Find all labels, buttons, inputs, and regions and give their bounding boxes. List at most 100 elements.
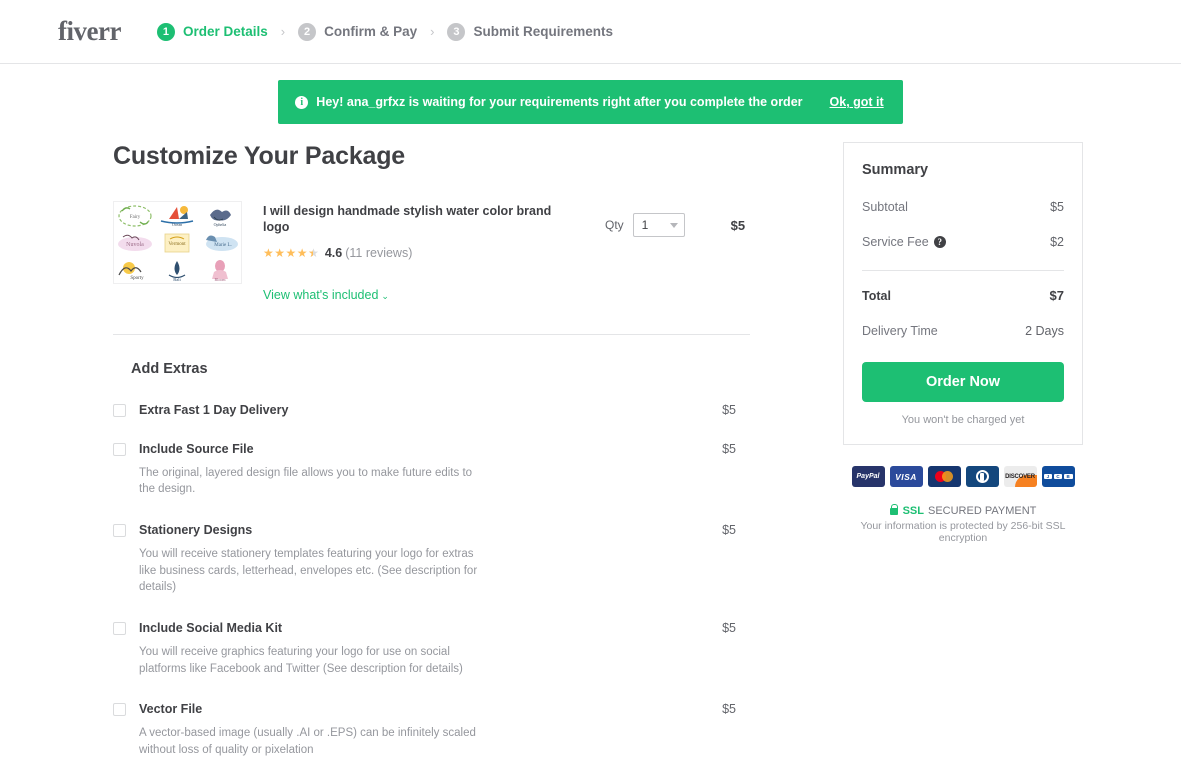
extra-label: Vector File — [139, 702, 203, 717]
extra-checkbox[interactable] — [113, 523, 126, 537]
checkout-steps: 1 Order Details › 2 Confirm & Pay › 3 Su… — [156, 22, 613, 41]
info-icon: i — [295, 95, 309, 109]
extra-checkbox[interactable] — [113, 621, 126, 635]
step-3-label: Submit Requirements — [473, 24, 613, 39]
thumb-cell: Sporty — [114, 256, 156, 283]
step-1-number: 1 — [156, 22, 175, 41]
star-icon: ★ — [296, 245, 309, 260]
extra-price: $5 — [722, 441, 736, 456]
page-title: Customize Your Package — [113, 142, 405, 170]
step-separator-icon: › — [280, 24, 286, 39]
total-value: $7 — [1049, 288, 1064, 303]
svg-text:Bali: Bali — [174, 277, 182, 282]
fiverr-logo[interactable]: fiverr — [58, 18, 121, 45]
star-icon: ★ — [263, 245, 275, 260]
extra-label: Stationery Designs — [139, 522, 253, 537]
gig-info: I will design handmade stylish water col… — [263, 201, 563, 302]
rating-score: 4.6 — [324, 245, 343, 260]
seller-notification-banner: i Hey! ana_grfxz is waiting for your req… — [278, 80, 903, 124]
extra-item[interactable]: Stationery Designs $5 You will receive s… — [113, 523, 753, 596]
extra-price: $5 — [722, 522, 736, 537]
extra-description: You will receive stationery templates fe… — [139, 547, 478, 594]
service-fee-text: Service Fee — [862, 235, 929, 249]
banner-message: Hey! ana_grfxz is waiting for your requi… — [316, 95, 803, 109]
step-submit-requirements[interactable]: 3 Submit Requirements — [447, 22, 613, 41]
step-separator-icon: › — [430, 24, 435, 39]
extra-price: $5 — [722, 402, 736, 417]
view-whats-included-link[interactable]: View what's included ⌄ — [263, 288, 563, 302]
extra-checkbox[interactable] — [113, 442, 126, 456]
summary-row-delivery: Delivery Time 2 Days — [862, 324, 1064, 338]
lock-icon — [889, 503, 899, 515]
extra-item[interactable]: Include Social Media Kit $5 You will rec… — [113, 621, 753, 677]
charge-note: You won't be charged yet — [901, 414, 1025, 426]
rating-count: (11 reviews) — [345, 245, 413, 260]
total-label: Total — [862, 288, 891, 303]
quantity-label: Qty — [605, 218, 624, 232]
summary-title: Summary — [862, 162, 929, 178]
step-confirm-pay[interactable]: 2 Confirm & Pay — [298, 22, 418, 41]
thumb-cell: Ophelia — [199, 202, 241, 229]
diners-club-icon — [965, 466, 999, 487]
svg-text:Ocean: Ocean — [172, 222, 182, 227]
thumb-cell: Vermont — [156, 229, 198, 256]
summary-divider — [862, 270, 1064, 271]
extra-item[interactable]: Extra Fast 1 Day Delivery $5 — [113, 403, 753, 417]
extra-item[interactable]: Vector File $5 A vector-based image (usu… — [113, 702, 753, 758]
svg-text:Ophelia: Ophelia — [213, 222, 226, 227]
step-2-label: Confirm & Pay — [324, 24, 418, 39]
step-2-number: 2 — [298, 22, 317, 41]
extra-description: You will receive graphics featuring your… — [139, 645, 463, 675]
order-now-button[interactable]: Order Now — [862, 362, 1064, 402]
extra-description: The original, layered design file allows… — [139, 466, 473, 496]
extra-item[interactable]: Include Source File $5 The original, lay… — [113, 442, 753, 498]
star-half-icon: ★ — [308, 246, 319, 260]
summary-column: Summary Subtotal $5 Service Fee ? $2 Tot… — [843, 142, 1083, 784]
banner-dismiss-link[interactable]: Ok, got it — [830, 95, 884, 109]
extra-price: $5 — [722, 620, 736, 635]
subtotal-value: $5 — [1050, 200, 1064, 214]
discover-icon: DISCOVER — [1003, 466, 1037, 487]
section-divider — [113, 333, 750, 335]
extra-price: $5 — [722, 702, 736, 717]
order-summary-card: Summary Subtotal $5 Service Fee ? $2 Tot… — [843, 142, 1083, 445]
gig-title[interactable]: I will design handmade stylish water col… — [263, 203, 563, 236]
svg-text:Marie L.: Marie L. — [214, 243, 232, 248]
star-icon: ★ — [274, 245, 286, 260]
extra-checkbox[interactable] — [113, 703, 126, 717]
svg-text:Bloom: Bloom — [214, 277, 226, 282]
site-header: fiverr 1 Order Details › 2 Confirm & Pay… — [0, 0, 1181, 64]
extra-checkbox[interactable] — [113, 403, 126, 417]
help-icon[interactable]: ? — [933, 236, 946, 248]
included-link-label: View what's included — [263, 287, 379, 302]
gig-rating: ★ ★ ★ ★ ★ 4.6 (11 reviews) — [263, 246, 563, 260]
thumb-cell: Ocean — [156, 202, 198, 229]
step-order-details[interactable]: 1 Order Details — [156, 22, 268, 41]
payment-methods: PayPal VISA DISCOVER JCB — [843, 466, 1083, 487]
gig-thumbnail[interactable]: Fairy Ocean Ophelia Nuvola Vermont Marie… — [113, 201, 242, 284]
gig-summary-row: Fairy Ocean Ophelia Nuvola Vermont Marie… — [113, 201, 753, 302]
svg-text:Vermont: Vermont — [169, 242, 187, 247]
svg-text:Fairy: Fairy — [130, 215, 141, 220]
thumb-cell: Nuvola — [114, 229, 156, 256]
thumb-cell: Bali — [156, 256, 198, 283]
thumb-cell: Bloom — [199, 256, 241, 283]
extra-description: A vector-based image (usually .AI or .EP… — [139, 727, 476, 756]
secured-payment-label: SECURED PAYMENT — [928, 505, 1037, 517]
step-1-label: Order Details — [182, 24, 268, 39]
visa-icon: VISA — [889, 466, 923, 487]
gig-price: $5 — [730, 218, 746, 233]
chevron-down-icon: ⌄ — [381, 290, 389, 301]
summary-row-total: Total $7 — [862, 288, 1064, 303]
quantity-select[interactable]: 1 — [632, 213, 685, 237]
ssl-label: SSL — [902, 505, 924, 517]
quantity-value: 1 — [641, 218, 649, 232]
ssl-note: Your information is protected by 256-bit… — [860, 520, 1066, 544]
delivery-time-value: 2 Days — [1025, 324, 1064, 338]
svg-text:Nuvola: Nuvola — [126, 242, 144, 248]
subtotal-label: Subtotal — [862, 200, 908, 214]
svg-text:Sporty: Sporty — [130, 276, 144, 281]
add-extras-section: Add Extras Extra Fast 1 Day Delivery $5 … — [113, 361, 753, 759]
ssl-badge-row: SSL SECURED PAYMENT — [843, 503, 1083, 517]
summary-row-service-fee: Service Fee ? $2 — [862, 235, 1064, 249]
